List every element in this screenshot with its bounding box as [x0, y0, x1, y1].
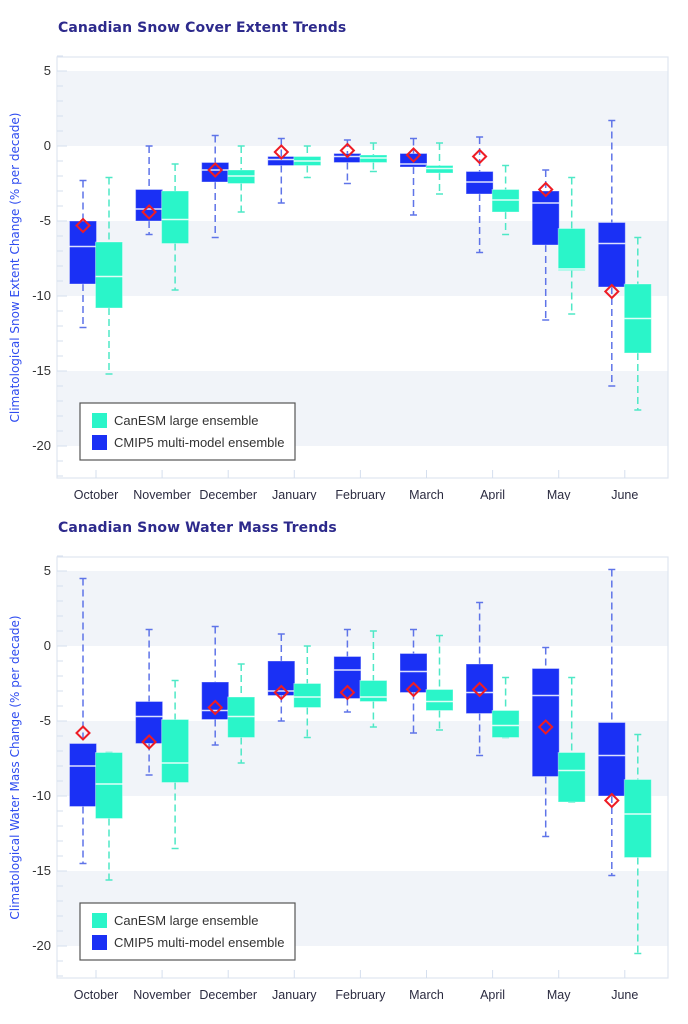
- iqr-box: [425, 689, 454, 711]
- canesm-box-november: [161, 679, 190, 850]
- x-tick-label-may: May: [547, 988, 571, 1002]
- iqr-box: [95, 241, 123, 309]
- legend-label-cmip5: CMIP5 multi-model ensemble: [114, 935, 285, 950]
- iqr-box: [465, 171, 494, 195]
- cmip5-box-may: [531, 646, 560, 838]
- x-tick-label-november: November: [133, 488, 191, 500]
- iqr-box: [201, 162, 230, 183]
- iqr-box: [227, 696, 256, 738]
- y-tick-label: -15: [32, 363, 51, 378]
- x-tick-label-january: January: [272, 488, 317, 500]
- legend-swatch-cmip5: [92, 935, 107, 950]
- iqr-box: [557, 752, 586, 803]
- x-tick-label-may: May: [547, 488, 571, 500]
- iqr-box: [227, 169, 256, 184]
- cmip5-box-june: [597, 119, 626, 387]
- x-tick-label-june: June: [611, 988, 638, 1002]
- x-tick-label-october: October: [74, 988, 118, 1002]
- y-tick-label: -5: [39, 713, 51, 728]
- iqr-box: [531, 668, 560, 777]
- cmip5-box-may: [531, 169, 560, 321]
- iqr-box: [597, 722, 626, 797]
- cmip5-box-february: [333, 139, 362, 185]
- iqr-box: [135, 701, 164, 744]
- canesm-box-april: [491, 676, 520, 739]
- water-mass-chart: 5 0 -5 -10 -15 -20 Climatological Water Mass C…: [8, 555, 669, 1002]
- iqr-box: [491, 189, 520, 213]
- y-tick-label: -10: [32, 288, 51, 303]
- canesm-box-march: [425, 142, 454, 195]
- cmip5-box-january: [267, 137, 296, 204]
- snow-cover-chart: 5 0 -5 -10 -15 -20 Climatological Snow Extent …: [8, 55, 669, 500]
- iqr-box: [623, 779, 652, 858]
- x-tick-label-november: November: [133, 988, 191, 1002]
- legend: CanESM large ensemble CMIP5 multi-model e…: [79, 902, 296, 961]
- iqr-box: [557, 228, 586, 271]
- iqr-box: [95, 752, 123, 819]
- x-tick-label-january: January: [272, 988, 317, 1002]
- y-axis-label: Climatological Snow Extent Change (% per…: [8, 113, 22, 423]
- canesm-box-march: [425, 634, 454, 731]
- y-tick-label: 5: [44, 563, 51, 578]
- legend-label-canesm: CanESM large ensemble: [114, 913, 259, 928]
- canesm-box-october: [95, 176, 123, 375]
- iqr-box: [359, 154, 388, 163]
- legend-label-cmip5: CMIP5 multi-model ensemble: [114, 435, 285, 450]
- y-tick-label: 5: [44, 63, 51, 78]
- y-tick-label: -15: [32, 863, 51, 878]
- iqr-box: [333, 656, 362, 699]
- x-tick-label-december: December: [199, 488, 257, 500]
- legend-swatch-canesm: [92, 913, 107, 928]
- x-tick-label-december: December: [199, 988, 257, 1002]
- iqr-box: [359, 680, 388, 702]
- y-axis-label: Climatological Water Mass Change (% per …: [8, 615, 22, 919]
- x-tick-label-june: June: [611, 488, 638, 500]
- iqr-box: [597, 222, 626, 288]
- x-tick-label-february: February: [335, 488, 386, 500]
- canesm-box-october: [95, 751, 123, 881]
- iqr-box: [491, 710, 520, 738]
- x-tick-label-april: April: [480, 488, 505, 500]
- iqr-box: [161, 190, 190, 244]
- canesm-box-january: [293, 145, 322, 179]
- iqr-box: [69, 220, 97, 285]
- y-tick-label: -20: [32, 438, 51, 453]
- y-tick-label: -20: [32, 938, 51, 953]
- x-tick-label-march: March: [409, 988, 444, 1002]
- canesm-box-february: [359, 142, 388, 173]
- iqr-box: [69, 743, 97, 807]
- y-tick-label: -10: [32, 788, 51, 803]
- canesm-box-december: [227, 145, 256, 213]
- iqr-box: [425, 165, 454, 174]
- x-tick-label-february: February: [335, 988, 386, 1002]
- y-tick-label: 0: [44, 138, 51, 153]
- iqr-box: [531, 190, 560, 246]
- x-tick-label-october: October: [74, 488, 118, 500]
- iqr-box: [161, 719, 190, 783]
- cmip5-box-november: [135, 145, 164, 236]
- legend-swatch-canesm: [92, 413, 107, 428]
- cmip5-box-october: [69, 179, 97, 329]
- x-tick-label-march: March: [409, 488, 444, 500]
- legend-swatch-cmip5: [92, 435, 107, 450]
- cmip5-box-january: [267, 633, 296, 722]
- legend-box: [79, 402, 296, 461]
- iqr-box: [399, 653, 428, 693]
- iqr-box: [293, 683, 322, 708]
- x-tick-label-april: April: [480, 988, 505, 1002]
- y-tick-label: 0: [44, 638, 51, 653]
- y-tick-label: -5: [39, 213, 51, 228]
- band: [58, 71, 668, 146]
- iqr-box: [465, 663, 494, 714]
- legend: CanESM large ensemble CMIP5 multi-model e…: [79, 402, 296, 461]
- legend-label-canesm: CanESM large ensemble: [114, 413, 259, 428]
- legend-box: [79, 902, 296, 961]
- cmip5-box-march: [399, 137, 428, 216]
